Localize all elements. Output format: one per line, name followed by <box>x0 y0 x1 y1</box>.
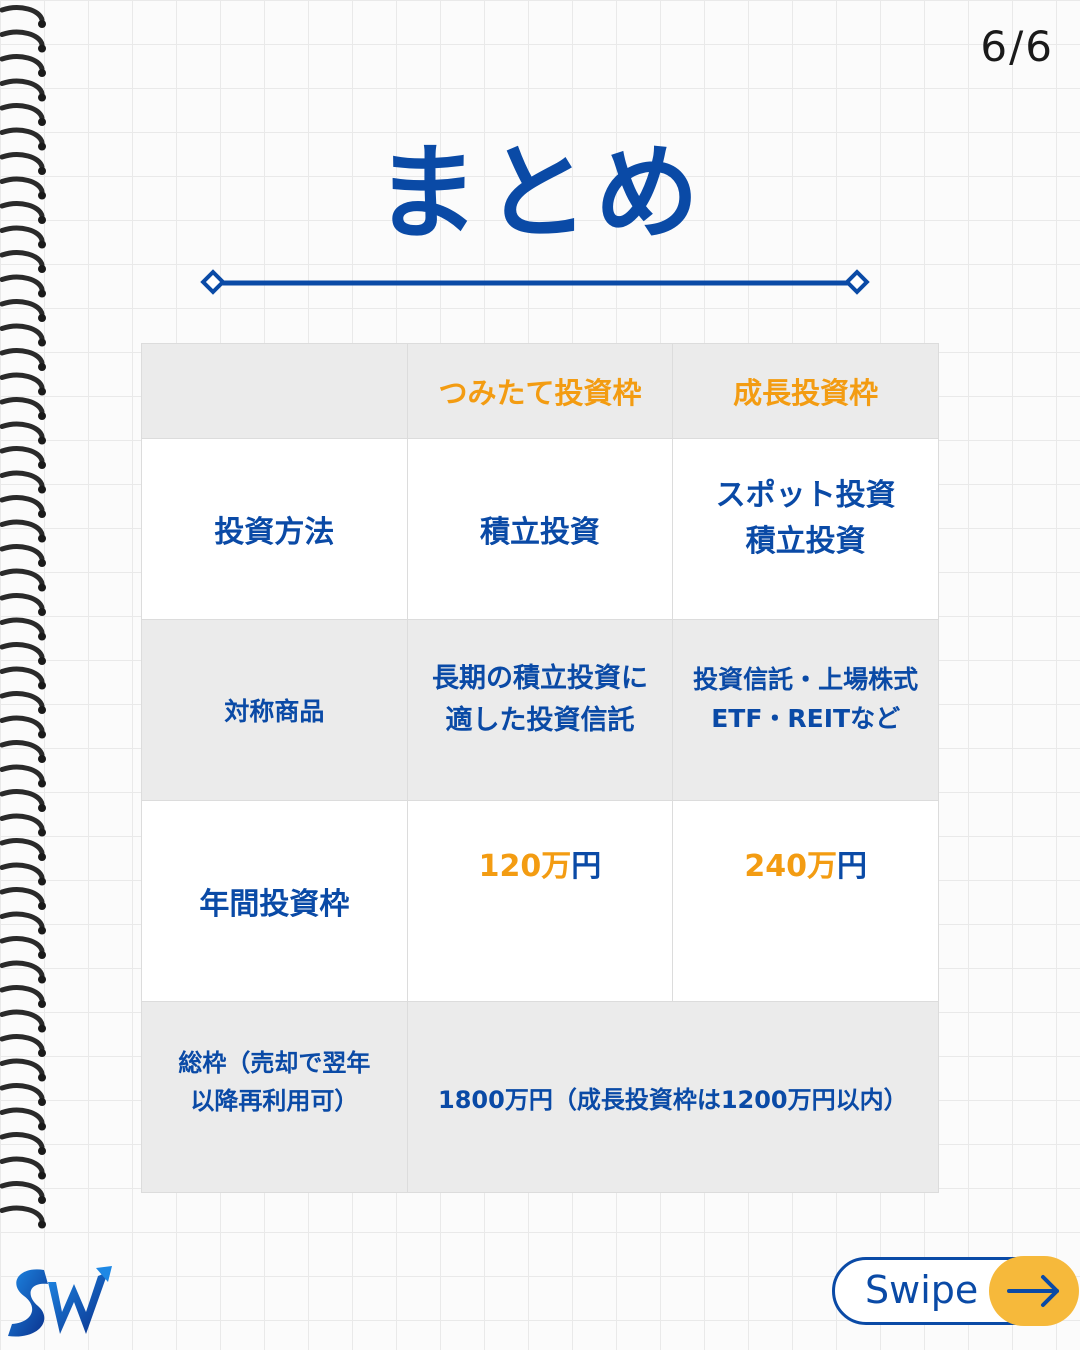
spiral-ring <box>2 669 46 689</box>
spiral-ring <box>2 865 46 885</box>
cell-growth-annual: 240万円 <box>672 800 939 1002</box>
spiral-ring <box>2 743 46 763</box>
spiral-ring <box>2 498 46 518</box>
growth-annual-amount: 240万 <box>744 849 837 884</box>
cell-growth-products: 投資信託・上場株式 ETF・REITなど <box>672 619 939 801</box>
spiral-ring <box>2 939 46 959</box>
spiral-ring <box>2 988 46 1008</box>
arrow-right-icon <box>1007 1275 1059 1307</box>
spiral-ring <box>2 620 46 640</box>
spiral-ring <box>2 400 46 420</box>
spiral-ring <box>2 1159 46 1179</box>
page-number: 6/6 <box>980 22 1054 71</box>
cell-growth-method: スポット投資 積立投資 <box>672 438 939 620</box>
cell-tsumitate-annual: 120万円 <box>406 800 674 1002</box>
spiral-ring <box>2 473 46 493</box>
spiral-ring <box>2 816 46 836</box>
spiral-ring <box>2 1012 46 1032</box>
cell-tsumitate-products-line2: 適した投資信託 <box>445 705 635 736</box>
spiral-ring <box>2 375 46 395</box>
cell-growth-method-line1: スポット投資 <box>715 477 896 513</box>
sw-logo-icon <box>8 1266 112 1337</box>
cell-growth-products-line2: ETF・REITなど <box>711 704 901 733</box>
spiral-ring <box>2 1208 46 1228</box>
spiral-ring <box>2 645 46 665</box>
spiral-ring <box>2 841 46 861</box>
spiral-ring <box>2 596 46 616</box>
row-label-products: 対称商品 <box>141 619 408 801</box>
row-label-annual: 年間投資枠 <box>141 800 408 1002</box>
swipe-label: Swipe <box>865 1268 979 1312</box>
title-divider <box>200 269 870 295</box>
spiral-ring <box>2 914 46 934</box>
spiral-ring <box>2 424 46 444</box>
spiral-ring <box>2 351 46 371</box>
spiral-ring <box>2 326 46 346</box>
spiral-ring <box>2 277 46 297</box>
cell-growth-method-line2: 積立投資 <box>745 524 866 559</box>
tsumitate-annual-unit: 円 <box>571 849 602 884</box>
row-label-total: 総枠（売却で翌年 以降再利用可） <box>141 1001 408 1193</box>
row-label-total-line1: 総枠（売却で翌年 <box>178 1048 371 1077</box>
header-growth: 成長投資枠 <box>672 343 939 439</box>
spiral-ring <box>2 890 46 910</box>
cell-tsumitate-products: 長期の積立投資に 適した投資信託 <box>406 619 674 801</box>
nisa-summary-table: つみたて投資枠 成長投資枠 投資方法 積立投資 スポット投資 積立投資 対称商品… <box>141 343 940 1193</box>
cell-tsumitate-method: 積立投資 <box>406 438 674 620</box>
spiral-ring <box>2 767 46 787</box>
tsumitate-annual-amount: 120万 <box>478 849 572 884</box>
page-title: まとめ <box>374 132 705 254</box>
header-empty <box>141 343 408 439</box>
header-tsumitate: つみたて投資枠 <box>406 343 674 439</box>
spiral-ring <box>2 1135 46 1155</box>
row-label-method: 投資方法 <box>141 438 408 620</box>
table-header-row: つみたて投資枠 成長投資枠 <box>141 343 939 439</box>
spiral-ring <box>2 1184 46 1204</box>
table-row: 投資方法 積立投資 スポット投資 積立投資 <box>141 438 939 620</box>
spiral-ring <box>2 32 46 52</box>
spiral-ring <box>2 8 46 28</box>
swipe-button[interactable]: Swipe <box>832 1256 1079 1326</box>
spiral-ring <box>2 1086 46 1106</box>
cell-tsumitate-products-line1: 長期の積立投資に <box>431 663 648 695</box>
spiral-ring <box>2 1037 46 1057</box>
spiral-ring <box>2 963 46 983</box>
row-label-total-line2: 以降再利用可） <box>190 1087 359 1115</box>
swipe-arrow-circle <box>989 1256 1079 1326</box>
spiral-ring <box>2 571 46 591</box>
spiral-ring <box>2 57 46 77</box>
spiral-ring <box>2 1110 46 1130</box>
spiral-ring <box>2 792 46 812</box>
table-row: 年間投資枠 120万円 240万円 <box>141 800 939 1002</box>
spiral-ring <box>2 302 46 322</box>
spiral-ring <box>2 522 46 542</box>
spiral-ring <box>2 718 46 738</box>
cell-total-value: 1800万円（成長投資枠は1200万円以内） <box>406 1001 940 1193</box>
spiral-ring <box>2 81 46 101</box>
table-row: 総枠（売却で翌年 以降再利用可） 1800万円（成長投資枠は1200万円以内） <box>141 1001 940 1193</box>
table-row: 対称商品 長期の積立投資に 適した投資信託 投資信託・上場株式 ETF・REIT… <box>141 619 939 801</box>
spiral-ring <box>2 547 46 567</box>
spiral-ring <box>2 1061 46 1081</box>
cell-growth-products-line1: 投資信託・上場株式 <box>693 665 919 695</box>
spiral-ring <box>2 449 46 469</box>
growth-annual-unit: 円 <box>836 849 867 884</box>
spiral-ring <box>2 694 46 714</box>
